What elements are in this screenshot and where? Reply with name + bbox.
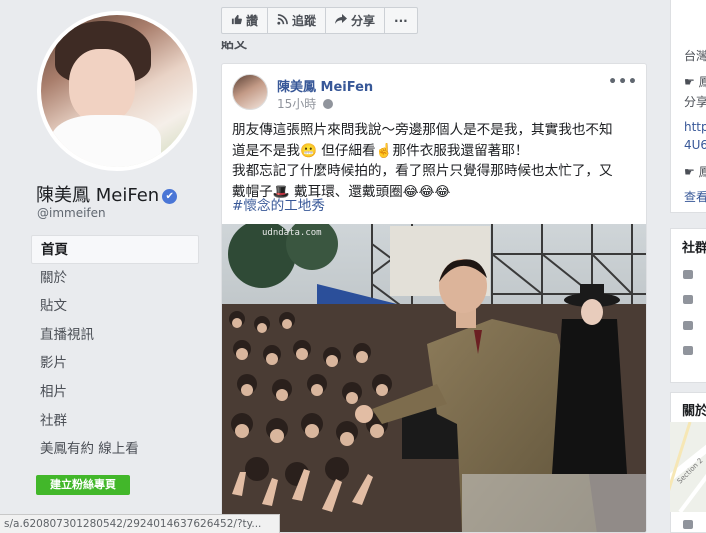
page-name-text[interactable]: 陳美鳳 MeiFen (36, 185, 159, 206)
info-line: 分享 (684, 95, 706, 109)
profile-picture[interactable] (37, 11, 197, 171)
community-title: 社群 (682, 241, 706, 256)
info-link[interactable]: http (684, 120, 706, 134)
post-text-line: 我都忘記了什麼時候拍的，看了照片只覺得那時候也太忙了，又 (232, 163, 613, 179)
group-icon (683, 346, 693, 355)
info-line: ☛ 鳳 (684, 75, 706, 89)
post-text-line: 朋友傳這張照片來問我說～旁邊那個人是不是我，其實我也不知 (232, 122, 613, 138)
post-meta: 15小時 (277, 95, 334, 112)
people-icon (683, 270, 693, 279)
profile-photo (41, 15, 193, 167)
nav-item-about[interactable]: 關於 (31, 264, 199, 293)
follow-label: 追蹤 (292, 14, 317, 28)
follow-icon (277, 13, 288, 28)
left-sidebar: 陳美鳳 MeiFen ✔ @immeifen 首頁 關於 貼文 直播視訊 影片 相… (0, 0, 208, 533)
verified-icon: ✔ (162, 189, 178, 204)
post-photo[interactable]: udndata.com (222, 224, 646, 532)
nav-item-home[interactable]: 首頁 (31, 235, 199, 264)
photo-watermark: udndata.com (262, 228, 322, 238)
share-label: 分享 (351, 14, 376, 28)
post-photo-illustration (222, 224, 646, 532)
info-line: ☛ 鳳 (684, 165, 706, 179)
about-title: 關於 (682, 404, 706, 419)
follow-button[interactable]: 追蹤 (268, 7, 327, 34)
share-icon (335, 13, 348, 28)
post-author-name[interactable]: 陳美鳳 MeiFen (277, 76, 373, 95)
post-hashtag[interactable]: #懷念的工地秀 (232, 194, 325, 214)
share-button[interactable]: 分享 (326, 7, 386, 34)
page-action-bar: 讚 追蹤 分享 ··· (221, 7, 418, 34)
nav-item-live-video[interactable]: 直播視訊 (31, 321, 199, 350)
map-illustration: Section 2 (670, 422, 706, 512)
post-card: 陳美鳳 MeiFen 15小時 ••• 朋友傳這張照片來問我說～旁邊那個人是不是… (221, 63, 647, 533)
rss-icon (683, 321, 693, 330)
page-handle[interactable]: @immeifen (37, 206, 106, 220)
info-link[interactable]: 4U6 (684, 138, 706, 152)
feed-heading: 貼文 (221, 41, 248, 51)
more-button[interactable]: ··· (385, 7, 418, 34)
info-line: 台灣 (684, 49, 706, 63)
post-text: 朋友傳這張照片來問我說～旁邊那個人是不是我，其實我也不知 道是不是我😬 但仔細看… (232, 120, 642, 202)
globe-icon (323, 99, 334, 109)
create-page-button[interactable]: 建立粉絲專頁 (36, 475, 130, 495)
page-nav: 首頁 關於 貼文 直播視訊 影片 相片 社群 美鳳有約 線上看 (31, 235, 199, 464)
post-author-avatar[interactable] (232, 74, 268, 110)
like-icon (231, 14, 242, 28)
nav-item-show-online[interactable]: 美鳳有約 線上看 (31, 435, 199, 464)
status-bar-url: s/a.620807301280542/2924014637626452/?ty… (0, 514, 280, 533)
nav-item-videos[interactable]: 影片 (31, 349, 199, 378)
post-text-line: 道是不是我😬 但仔細看☝️那件衣服我還留著耶！ (232, 142, 529, 159)
post-options-icon[interactable]: ••• (608, 74, 638, 90)
directions-icon[interactable] (683, 520, 693, 529)
nav-item-community[interactable]: 社群 (31, 407, 199, 436)
like-button[interactable]: 讚 (221, 7, 269, 34)
right-column: 台灣 ☛ 鳳 分享 http 4U6 ☛ 鳳 查看 社群 關於 Section … (658, 0, 706, 533)
like-label: 讚 (246, 14, 259, 28)
see-more-link[interactable]: 查看 (684, 188, 706, 205)
nav-item-photos[interactable]: 相片 (31, 378, 199, 407)
location-map[interactable]: Section 2 (670, 422, 706, 512)
page-name[interactable]: 陳美鳳 MeiFen ✔ (36, 181, 178, 207)
post-timestamp[interactable]: 15小時 (277, 97, 316, 111)
thumb-icon (683, 295, 693, 304)
more-icon: ··· (394, 13, 408, 28)
nav-item-posts[interactable]: 貼文 (31, 292, 199, 321)
